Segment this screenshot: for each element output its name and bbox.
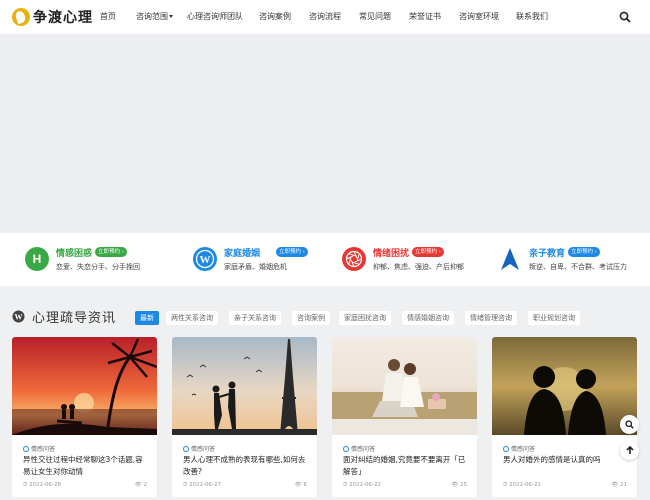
service-parenting[interactable]: 亲子教育 立即预约 › 叛逆、自卑、不合群、考试压力 [480,233,650,286]
svg-text:W: W [15,312,23,321]
category-icon [23,445,29,452]
article-card[interactable]: 情感问答 男人对婚外的感情是认真的吗 ⏱ 2022-06-21 👁 21 [492,337,637,497]
service-strip: H 情感困惑 立即预约 › 恋爱、失恋分手、分手挽回 W 家庭婚姻 立即预约 ›… [0,233,650,286]
service-desc: 家庭矛盾、婚姻危机 [224,263,287,271]
service-title: 家庭婚姻 [224,249,261,259]
tab-latest[interactable]: 最新 [135,311,159,325]
category-label: 情感问答 [191,446,216,453]
article-views-value: 6 [303,482,308,488]
article-views-value: 2 [143,482,148,488]
tab-parent-child[interactable]: 亲子关系咨询 [229,311,281,325]
nav-environment[interactable]: 咨询室环境 [459,0,499,34]
chevron-down-icon [169,15,173,18]
book-now-badge[interactable]: 立即预约 › [412,247,444,257]
article-category[interactable]: 情感问答 [183,444,215,453]
arrow-up-icon [625,446,634,454]
article-card[interactable]: 情感问答 异性交往过程中经常聊这3个话题,容易让女生对你动情 ⏱ 2022-06… [12,337,157,497]
article-date-value: 2022-06-27 [189,482,222,488]
site-header: 争渡心理 首页 咨询范围 心理咨询师团队 咨询案例 咨询流程 常见问题 荣誉证书… [0,0,650,34]
service-desc: 恋爱、失恋分手、分手挽回 [56,263,140,271]
article-title[interactable]: 面对纠结的婚姻,究竟要不要离开「已解答」 [343,454,469,478]
arrow-icon [498,247,522,271]
book-now-badge[interactable]: 立即预约 › [568,247,600,257]
h-icon: H [25,247,49,271]
category-label: 情感问答 [511,446,536,453]
category-icon [503,445,509,452]
service-mood[interactable]: 情绪困扰 立即预约 › 抑郁、焦虑、强迫、产后抑郁 [320,233,480,286]
article-views-value: 25 [460,482,467,488]
article-category[interactable]: 情感问答 [343,444,375,453]
logo[interactable]: 争渡心理 [12,7,93,27]
service-title: 情感困惑 [56,249,93,259]
logo-text: 争渡心理 [33,10,93,26]
svg-text:W: W [200,254,211,266]
category-icon [343,445,349,452]
service-desc: 抑郁、焦虑、强迫、产后抑郁 [373,263,464,271]
service-family[interactable]: W 家庭婚姻 立即预约 › 家庭矛盾、婚姻危机 [160,233,320,286]
tab-family[interactable]: 家庭困扰咨询 [339,311,391,325]
tab-career[interactable]: 职业规划咨询 [528,311,580,325]
nav-team[interactable]: 心理咨询师团队 [187,0,243,34]
article-card[interactable]: 情感问答 男人心理不成熟的表现有哪些,如何去改善? ⏱ 2022-06-27 👁… [172,337,317,497]
book-now-badge[interactable]: 立即预约 › [276,247,308,257]
article-views: 👁 2 [134,482,148,488]
article-views-value: 21 [620,482,627,488]
article-date-value: 2022-06-22 [349,482,382,488]
article-date: ⏱ 2022-06-28 [23,482,62,488]
search-icon [625,420,634,429]
tab-relationships[interactable]: 两性关系咨询 [166,311,218,325]
tab-cases[interactable]: 咨询案例 [292,311,330,325]
article-title[interactable]: 男人心理不成熟的表现有哪些,如何去改善? [183,454,309,478]
nav-faq[interactable]: 常见问题 [359,0,391,34]
article-title[interactable]: 异性交往过程中经常聊这3个话题,容易让女生对你动情 [23,454,149,478]
wordpress-icon: W [12,310,25,323]
back-to-top-button[interactable] [620,441,639,460]
article-date-value: 2022-06-28 [29,482,62,488]
article-date: ⏱ 2022-06-21 [503,482,542,488]
article-card[interactable]: 情感问答 面对纠结的婚姻,究竟要不要离开「已解答」 ⏱ 2022-06-22 👁… [332,337,477,497]
article-image[interactable] [172,337,317,435]
book-now-badge[interactable]: 立即预约 › [95,247,127,257]
float-search-button[interactable] [620,415,639,434]
nav-honors[interactable]: 荣誉证书 [409,0,441,34]
nav-scope[interactable]: 咨询范围 [136,0,173,34]
article-title[interactable]: 男人对婚外的感情是认真的吗 [503,454,629,466]
category-icon [183,445,189,452]
aperture-icon [342,247,366,271]
wordpress-icon: W [193,247,217,271]
nav-process[interactable]: 咨询流程 [309,0,341,34]
article-date: ⏱ 2022-06-22 [343,482,382,488]
nav-contact[interactable]: 联系我们 [516,0,548,34]
service-title: 情绪困扰 [373,249,410,259]
article-image[interactable] [12,337,157,435]
tab-marriage[interactable]: 情感婚姻咨询 [402,311,454,325]
service-title: 亲子教育 [529,249,566,259]
article-date: ⏱ 2022-06-27 [183,482,222,488]
article-date-value: 2022-06-21 [509,482,542,488]
article-image[interactable] [332,337,477,435]
nav-cases[interactable]: 咨询案例 [259,0,291,34]
article-views: 👁 21 [611,482,627,488]
article-category[interactable]: 情感问答 [503,444,535,453]
article-views: 👁 25 [451,482,467,488]
category-label: 情感问答 [31,446,56,453]
banner-slider [0,34,650,232]
category-label: 情感问答 [351,446,376,453]
tab-emotion-mgmt[interactable]: 情绪管理咨询 [465,311,517,325]
search-icon[interactable] [619,11,631,23]
article-category[interactable]: 情感问答 [23,444,55,453]
article-views: 👁 6 [294,482,308,488]
service-desc: 叛逆、自卑、不合群、考试压力 [529,263,627,271]
nav-scope-label: 咨询范围 [136,12,168,21]
article-image[interactable] [492,337,637,435]
section-title: 心理疏导资讯 [32,311,117,326]
logo-icon [12,8,30,26]
service-emotion[interactable]: H 情感困惑 立即预约 › 恋爱、失恋分手、分手挽回 [0,233,160,286]
nav-home[interactable]: 首页 [100,0,116,34]
